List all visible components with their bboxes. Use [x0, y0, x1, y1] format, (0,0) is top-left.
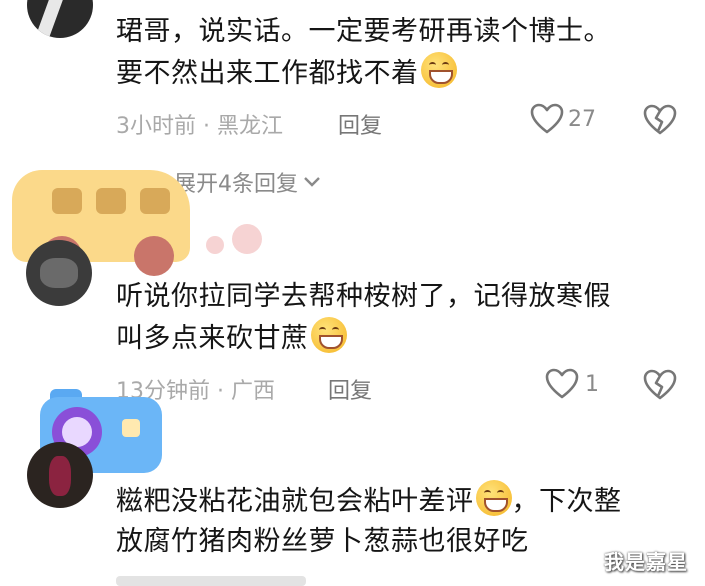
comment-location: 广西 [231, 379, 276, 404]
comment-meta: 3小时前 · 黑龙江 [116, 108, 283, 140]
comment-line: 珺哥，说实话。一定要考研再读个博士。 [116, 16, 611, 47]
comment-meta-partial [116, 576, 306, 586]
comment-text: 听说你拉同学去帮种桉树了，记得放寒假 叫多点来砍甘蔗 [116, 277, 611, 359]
grinning-emoji-icon [475, 480, 512, 516]
heart-outline-icon [545, 368, 579, 399]
comment-line-text: 糍粑没粘花油就包会粘叶差评 [116, 486, 474, 517]
dislike-button[interactable] [643, 369, 677, 405]
meta-separator: · [217, 379, 224, 404]
like-button[interactable]: 1 [545, 368, 599, 400]
heart-outline-icon [530, 103, 564, 134]
like-count: 27 [568, 106, 596, 132]
comment-text: 珺哥，说实话。一定要考研再读个博士。 要不然出来工作都找不着 [116, 12, 611, 94]
like-count: 1 [585, 371, 599, 397]
comment-location: 黑龙江 [217, 114, 284, 139]
avatar[interactable] [26, 240, 92, 306]
grinning-sweat-emoji-icon [420, 52, 457, 88]
dislike-button[interactable] [643, 104, 677, 140]
comment-line: 要不然出来工作都找不着 [116, 52, 611, 94]
comment-line-text: 要不然出来工作都找不着 [116, 58, 419, 89]
broken-heart-icon [643, 369, 677, 400]
comment-line: 放腐竹猪肉粉丝萝卜葱蒜也很好吃 [116, 526, 529, 557]
comment-time: 3小时前 [116, 114, 196, 139]
comment-line: 听说你拉同学去帮种桉树了，记得放寒假 [116, 281, 611, 312]
comment-text: 糍粑没粘花油就包会粘叶差评 ，下次整 放腐竹猪肉粉丝萝卜葱蒜也很好吃 [116, 480, 622, 562]
laughing-tears-emoji-icon [310, 317, 347, 353]
broken-heart-icon [643, 104, 677, 135]
meta-separator: · [203, 114, 210, 139]
comment-line-text: 叫多点来砍甘蔗 [116, 323, 309, 354]
comment-line: 糍粑没粘花油就包会粘叶差评 ，下次整 [116, 480, 622, 522]
reply-button[interactable]: 回复 [338, 108, 382, 140]
watermark: 我是嘉星 [604, 550, 688, 574]
like-button[interactable]: 27 [530, 103, 596, 135]
comment-line: 叫多点来砍甘蔗 [116, 317, 611, 359]
chevron-down-icon [304, 177, 320, 187]
comment-line-text: ，下次整 [511, 486, 622, 517]
avatar[interactable] [27, 0, 93, 38]
avatar[interactable] [27, 442, 93, 508]
reply-button[interactable]: 回复 [328, 373, 372, 405]
